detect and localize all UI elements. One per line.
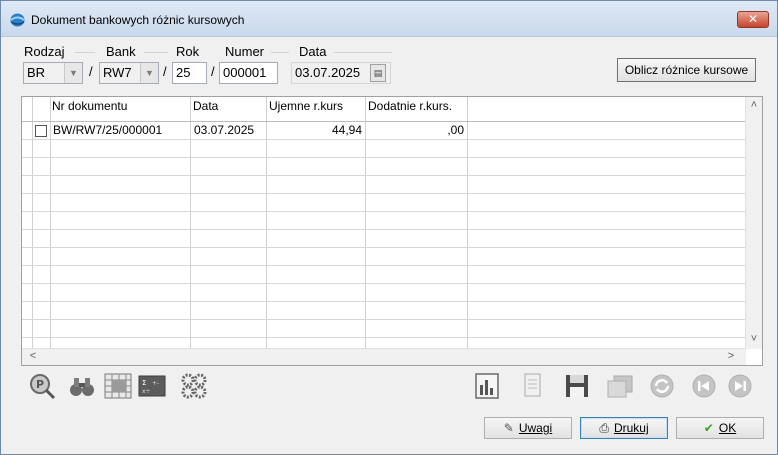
compute-differences-button[interactable]: Oblicz różnice kursowe [617,58,756,82]
grid-vline [365,97,366,349]
grid-hline [22,247,746,248]
copy-icon[interactable] [605,371,635,401]
svg-text:+-: +- [152,380,159,387]
bank-value: RW7 [103,65,132,80]
grid-vline [190,97,191,349]
rok-input[interactable]: 25 [172,62,207,84]
title-bar[interactable]: Dokument bankowych różnic kursowych ✕ [1,1,777,37]
grid-hline [22,337,746,338]
separator-1: / [89,64,93,79]
column-header-dodatnie[interactable]: Dodatnie r.kurs. [366,97,468,121]
row-checkbox[interactable] [35,125,47,137]
preview-icon[interactable]: P [27,371,57,401]
column-header-ujemne[interactable]: Ujemne r.kurs [267,97,365,121]
column-header-data[interactable]: Data [191,97,267,121]
drukuj-button[interactable]: ⎙ Drukuj [580,417,668,439]
grid-vline [50,97,51,349]
cell-dodatnie[interactable]: ,00 [367,122,464,139]
grid-vline [32,97,33,349]
calculator-icon[interactable]: Σ +- x÷ [137,371,167,401]
grid-hline [22,301,746,302]
checkmark-icon: ✔ [703,421,714,435]
cell-data[interactable]: 03.07.2025 [194,122,254,139]
ok-button[interactable]: ✔ OK [676,417,764,439]
binoculars-icon[interactable] [67,371,97,401]
separator-2: / [163,64,167,79]
scroll-left-icon[interactable]: < [26,350,40,362]
document-edit-icon[interactable] [517,371,547,401]
data-value: 03.07.2025 [295,65,361,80]
svg-text:P: P [36,378,44,391]
grid-hline [22,229,746,230]
grid-vline [467,97,468,349]
report-chart-icon[interactable] [472,371,502,401]
grid-hline [22,157,746,158]
horizontal-scrollbar[interactable]: < > [22,348,746,365]
close-button[interactable]: ✕ [737,11,769,28]
ok-label: OK [718,421,737,435]
grid-hline [22,319,746,320]
dialog-window: Dokument bankowych różnic kursowych ✕ Ro… [0,0,778,455]
scroll-right-icon[interactable]: > [724,350,738,362]
uwagi-button[interactable]: ✎ Uwagi [484,417,572,439]
documents-grid[interactable]: Nr dokumentu Data Ujemne r.kurs Dodatnie… [21,96,763,366]
rok-label: Rok [176,44,200,59]
cell-nr-dokumentu[interactable]: BW/RW7/25/000001 [53,122,162,139]
column-header-nr[interactable]: Nr dokumentu [50,97,190,121]
grid-hline [22,211,746,212]
uwagi-label: Uwagi [518,421,553,435]
vertical-scrollbar[interactable]: ˄ ˅ [745,97,762,349]
drukuj-label: Drukuj [613,421,649,435]
data-label: Data [299,44,327,59]
rodzaj-select[interactable]: BR ▼ [23,62,83,84]
svg-text:x÷: x÷ [142,388,151,395]
cell-ujemne[interactable]: 44,94 [268,122,362,139]
first-record-icon[interactable] [689,371,719,401]
scroll-up-icon[interactable]: ˄ [747,99,761,111]
separator-3: / [211,64,215,79]
printer-icon: ⎙ [599,421,609,435]
bank-label: Bank [106,44,136,59]
grid-hline [22,193,746,194]
grid-table-icon[interactable] [103,371,133,401]
window-title: Dokument bankowych różnic kursowych [31,13,245,27]
numer-group-line [271,52,289,53]
dialog-body: Rodzaj Bank Rok Numer Data BR ▼ / RW7 ▼ … [9,38,771,448]
data-group-line [334,52,392,53]
last-record-icon[interactable] [725,371,755,401]
numer-input[interactable]: 000001 [219,62,278,84]
svg-text:Σ: Σ [142,379,146,387]
settings-gears-icon[interactable] [179,371,209,401]
grid-hline [22,175,746,176]
scroll-down-icon[interactable]: ˅ [747,333,761,345]
calendar-icon[interactable]: ▤ [370,64,386,82]
numer-label: Numer [225,44,265,59]
note-edit-icon: ✎ [503,421,514,435]
bank-select[interactable]: RW7 ▼ [99,62,159,84]
grid-hline [22,283,746,284]
row-indicator-column [22,97,32,349]
save-icon[interactable] [562,371,592,401]
grid-hline [22,265,746,266]
rodzaj-group-line [75,52,95,53]
chevron-down-icon: ▼ [140,63,158,83]
grid-vline [266,97,267,349]
chevron-down-icon: ▼ [64,63,82,83]
rodzaj-value: BR [27,65,46,80]
grid-hline [22,139,746,140]
rodzaj-label: Rodzaj [24,44,65,59]
refresh-icon[interactable] [647,371,677,401]
app-icon [10,13,25,27]
bank-group-line [144,52,168,53]
